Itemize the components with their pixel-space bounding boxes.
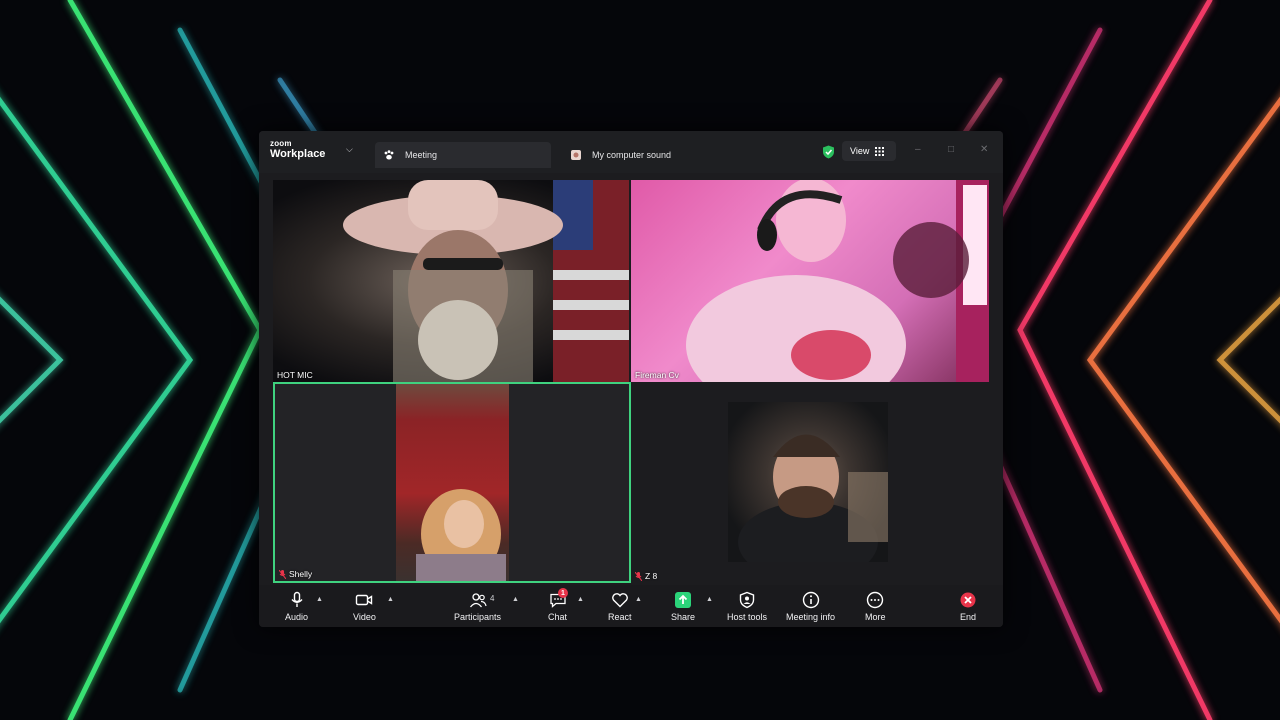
close-icon[interactable]: ✕ — [980, 144, 988, 155]
share-button[interactable]: Share — [671, 591, 695, 622]
end-meeting-button[interactable]: End — [959, 591, 977, 622]
participant-name-label: Shelly — [279, 569, 312, 579]
chat-unread-badge: 1 — [558, 588, 568, 598]
chat-button[interactable]: Chat 1 — [548, 588, 568, 622]
chat-options-caret[interactable]: ▲ — [577, 596, 584, 603]
grid-icon — [875, 146, 885, 156]
participants-options-caret[interactable]: ▲ — [512, 596, 519, 603]
more-button[interactable]: More — [865, 591, 886, 622]
video-tile-shelly[interactable]: Shelly — [273, 382, 631, 583]
more-dots-icon — [867, 591, 884, 609]
shield-icon — [739, 591, 755, 609]
brand-small: zoom — [270, 139, 292, 148]
computer-sound-icon — [570, 149, 582, 161]
participants-count: 4 — [490, 594, 495, 603]
share-options-caret[interactable]: ▲ — [706, 596, 713, 603]
mic-muted-icon — [279, 569, 286, 579]
video-button[interactable]: Video — [353, 591, 376, 622]
meeting-toolbar: Audio ▲ Video ▲ Participants 4 ▲ Chat 1 … — [259, 585, 1003, 627]
microphone-icon — [290, 591, 303, 607]
tab-computer-sound[interactable]: My computer sound — [562, 142, 742, 168]
react-button[interactable]: React — [608, 591, 632, 622]
participant-video — [686, 180, 989, 382]
title-bar: zoom Workplace ⌵ Meeting My computer sou… — [259, 131, 1003, 173]
info-icon — [802, 591, 819, 609]
share-screen-icon — [675, 592, 692, 608]
react-options-caret[interactable]: ▲ — [635, 596, 642, 603]
minimize-icon[interactable]: – — [915, 144, 921, 155]
participant-name-label: Fireman Cv — [635, 370, 679, 380]
shield-check-icon[interactable] — [822, 145, 835, 159]
participant-video — [728, 402, 888, 582]
video-camera-icon — [356, 594, 373, 606]
paw-icon — [383, 149, 395, 161]
video-options-caret[interactable]: ▲ — [387, 596, 394, 603]
mic-muted-icon — [635, 571, 642, 581]
view-label: View — [850, 146, 870, 156]
video-tile-z8[interactable]: Z 8 — [631, 382, 989, 583]
end-call-icon — [960, 592, 976, 608]
tab-computer-sound-label: My computer sound — [592, 150, 672, 160]
participants-icon — [469, 593, 487, 608]
maximize-icon[interactable]: □ — [948, 144, 954, 155]
meeting-info-button[interactable]: Meeting info — [786, 591, 835, 622]
participant-name-label: HOT MIC — [277, 370, 313, 380]
video-tile-hot-mic[interactable]: HOT MIC — [273, 180, 629, 382]
video-tile-fireman-cv[interactable]: Fireman Cv — [631, 180, 989, 382]
tab-meeting-label: Meeting — [405, 150, 438, 160]
brand-large: Workplace — [270, 148, 326, 160]
zoom-meeting-window: zoom Workplace ⌵ Meeting My computer sou… — [259, 131, 1003, 627]
tab-meeting[interactable]: Meeting — [375, 142, 551, 168]
view-button[interactable]: View — [842, 141, 896, 161]
audio-button[interactable]: Audio — [285, 591, 308, 622]
participant-name-label: Z 8 — [635, 571, 657, 581]
host-tools-button[interactable]: Host tools — [727, 591, 767, 622]
audio-options-caret[interactable]: ▲ — [316, 596, 323, 603]
participant-video — [396, 384, 509, 581]
participant-video — [343, 180, 629, 382]
chevron-down-icon[interactable]: ⌵ — [346, 144, 353, 155]
heart-icon — [611, 593, 628, 608]
zoom-workplace-logo: zoom Workplace — [270, 139, 325, 161]
